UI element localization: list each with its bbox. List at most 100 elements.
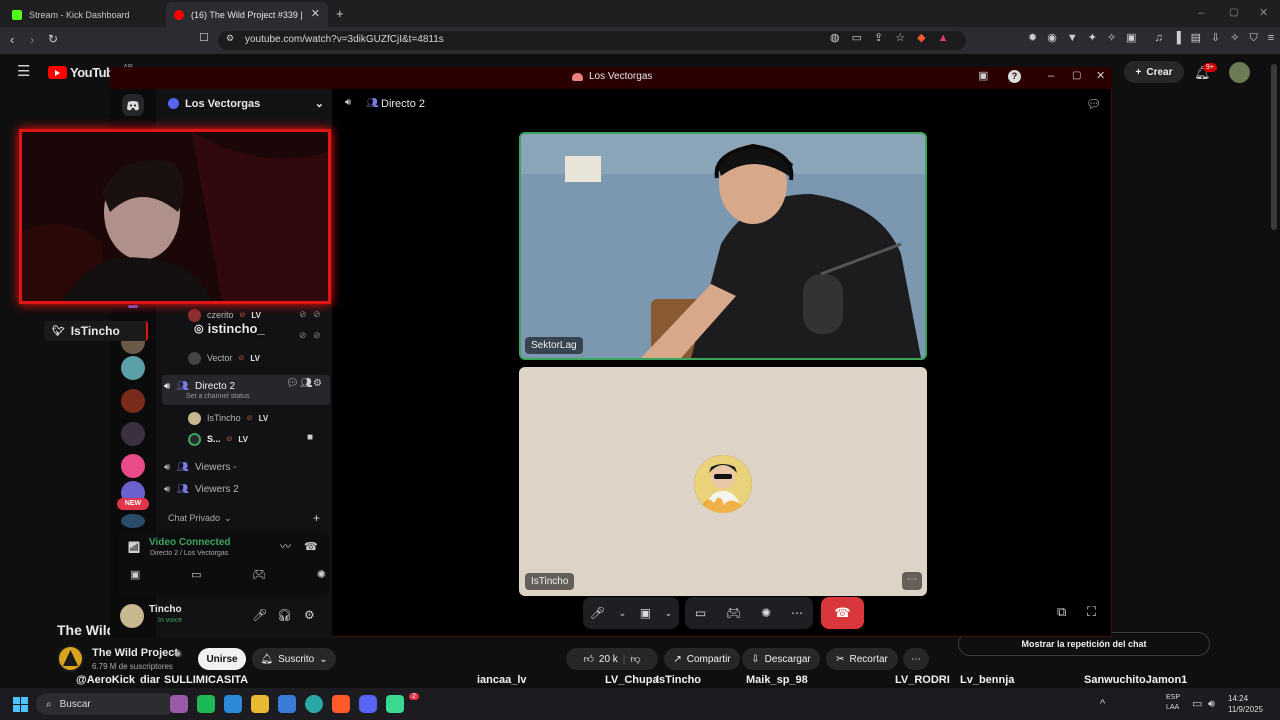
video-tile-sektorlag[interactable] bbox=[519, 132, 927, 360]
channel-item-viewers-2[interactable]: 🔊︎ 👥︎ Viewers 2 bbox=[164, 479, 239, 499]
clock-time[interactable]: 14:24 bbox=[1228, 694, 1248, 703]
server-icon[interactable] bbox=[121, 514, 145, 528]
extension-icon[interactable]: ◉ bbox=[1047, 33, 1057, 44]
avatar[interactable] bbox=[1229, 62, 1250, 83]
discord-home-icon[interactable] bbox=[122, 94, 144, 116]
screen-share-icon[interactable]: ▭ bbox=[695, 606, 706, 620]
screen-share-icon[interactable]: ▭ bbox=[191, 570, 201, 581]
join-button[interactable]: Unirse bbox=[198, 648, 246, 670]
vscode-icon[interactable] bbox=[224, 695, 242, 713]
voice-member[interactable]: Vector 🔥︎ LV bbox=[188, 349, 260, 367]
add-channel-icon[interactable]: + bbox=[313, 512, 320, 524]
disconnect-button[interactable]: ☎ bbox=[821, 597, 864, 629]
more-actions-button[interactable]: ⋯ bbox=[903, 648, 929, 670]
windows-start-icon[interactable] bbox=[13, 697, 28, 712]
user-avatar[interactable] bbox=[120, 604, 144, 628]
brave-shield-icon[interactable]: ◆ bbox=[917, 33, 925, 44]
help-icon[interactable]: ? bbox=[1008, 70, 1021, 83]
chevron-down-icon[interactable]: ⌄ bbox=[619, 608, 627, 619]
invite-icon[interactable]: 👥︎ bbox=[300, 379, 313, 389]
dislike-icon[interactable]: 👎︎ bbox=[630, 653, 640, 665]
extension-icon[interactable]: ✦ bbox=[1088, 33, 1097, 44]
activities-icon[interactable]: 🎮︎ bbox=[252, 570, 266, 581]
channel-avatar[interactable] bbox=[57, 645, 84, 672]
minimize-icon[interactable]: – bbox=[1198, 8, 1204, 19]
music-icon[interactable]: ♫ bbox=[1155, 33, 1163, 44]
like-icon[interactable]: 👍︎ bbox=[583, 653, 593, 665]
discord-icon[interactable] bbox=[359, 695, 377, 713]
language-layout[interactable]: LAA bbox=[1166, 704, 1179, 711]
server-icon[interactable] bbox=[121, 389, 145, 413]
close-window-icon[interactable]: ✕ bbox=[1259, 8, 1268, 19]
app-icon[interactable] bbox=[170, 695, 188, 713]
tile-more-button[interactable]: ⋯ bbox=[902, 572, 922, 590]
maximize-icon[interactable]: ▢ bbox=[1229, 8, 1238, 18]
user-settings-icon[interactable]: ⚙ bbox=[304, 609, 315, 621]
video-tile-istincho[interactable] bbox=[519, 367, 927, 596]
share-button[interactable]: ↗ Compartir bbox=[664, 648, 740, 670]
spotify-icon[interactable] bbox=[197, 695, 215, 713]
page-scrollbar[interactable] bbox=[1271, 64, 1277, 230]
server-header[interactable]: Los Vectorgas ⌄ bbox=[168, 97, 324, 110]
sidebar-icon[interactable]: ▐ bbox=[1173, 33, 1181, 44]
category-chat-privado[interactable]: Chat Privado ⌄ bbox=[168, 513, 232, 524]
channel-status[interactable]: Set a channel status bbox=[186, 393, 249, 400]
chat-bubble-icon[interactable]: 💬︎ bbox=[1086, 98, 1101, 110]
server-icon[interactable] bbox=[121, 356, 145, 380]
connection-location[interactable]: Directo 2 / Los Vectorgas bbox=[150, 550, 228, 557]
channel-name[interactable]: The Wild Project bbox=[92, 647, 178, 659]
soundboard-icon[interactable]: ✺ bbox=[317, 570, 326, 581]
user-name[interactable]: Tincho bbox=[149, 604, 182, 615]
close-icon[interactable]: ✕ bbox=[1096, 71, 1105, 82]
language[interactable]: ESP bbox=[1166, 694, 1180, 701]
ai-icon[interactable]: ✧ bbox=[1230, 33, 1239, 44]
bookmark-icon[interactable]: ☐ bbox=[199, 33, 209, 44]
edge-icon[interactable] bbox=[305, 695, 323, 713]
headphones-icon[interactable]: 🎧︎ bbox=[277, 609, 292, 621]
fullscreen-icon[interactable]: ⛶ bbox=[1087, 605, 1096, 618]
chat-bubble-icon[interactable]: 💬︎ bbox=[286, 379, 299, 389]
settings-icon[interactable]: ⚙ bbox=[313, 379, 322, 389]
new-tab-icon[interactable]: + bbox=[336, 7, 344, 20]
forward-icon[interactable]: › bbox=[30, 33, 34, 46]
wallet-icon[interactable]: ▤ bbox=[1191, 33, 1201, 44]
close-tab-icon[interactable]: ✕ bbox=[311, 9, 320, 20]
noise-suppression-icon[interactable]: 〰 bbox=[280, 542, 291, 553]
chevron-down-icon[interactable]: ⌄ bbox=[665, 608, 673, 619]
file-explorer-icon[interactable] bbox=[251, 695, 269, 713]
reload-icon[interactable]: ↻ bbox=[48, 33, 58, 45]
network-icon[interactable]: ▭ bbox=[1192, 699, 1202, 710]
clip-button[interactable]: ✂ Recortar bbox=[826, 648, 898, 670]
minimize-icon[interactable]: – bbox=[1048, 71, 1054, 82]
hamburger-menu-icon[interactable]: ☰ bbox=[17, 64, 30, 79]
brave-icon[interactable] bbox=[332, 695, 350, 713]
tab-kick-dashboard[interactable]: Stream - Kick Dashboard bbox=[4, 2, 164, 27]
video-off-icon[interactable]: ▣ bbox=[130, 570, 140, 581]
downloads-icon[interactable]: ⇩ bbox=[1211, 33, 1220, 44]
popout-icon[interactable]: ⧉ bbox=[1057, 605, 1066, 618]
more-icon[interactable]: ⋯ bbox=[791, 606, 803, 620]
create-button[interactable]: + Crear bbox=[1124, 61, 1184, 83]
store-icon[interactable] bbox=[278, 695, 296, 713]
maximize-icon[interactable]: ▢ bbox=[1072, 71, 1081, 81]
cast-icon[interactable]: ▭ bbox=[852, 33, 862, 44]
kick-icon[interactable] bbox=[386, 695, 404, 713]
extension-icon[interactable]: ▼ bbox=[1067, 33, 1078, 44]
server-icon[interactable] bbox=[121, 454, 145, 478]
disconnect-icon[interactable]: ☎ bbox=[304, 542, 318, 553]
video-off-icon[interactable]: ▣ bbox=[640, 606, 651, 620]
volume-icon[interactable]: 🔊︎ bbox=[1208, 699, 1215, 710]
download-button[interactable]: ⇩ Descargar bbox=[742, 648, 820, 670]
soundboard-icon[interactable]: ✺ bbox=[761, 606, 771, 620]
back-icon[interactable]: ‹ bbox=[10, 33, 14, 46]
subscribed-button[interactable]: 🔔︎ Suscrito ⌄ bbox=[252, 648, 336, 670]
taskbar-search[interactable]: ⌕ Buscar bbox=[36, 693, 176, 715]
signal-icon[interactable]: 📶︎ bbox=[127, 543, 141, 554]
extension-icon[interactable]: ✹ bbox=[1028, 33, 1037, 44]
microphone-icon[interactable]: 🎤︎ bbox=[252, 609, 267, 621]
voice-member[interactable]: IsTincho 🔥︎ LV bbox=[188, 409, 268, 427]
extension-icon[interactable]: ▣ bbox=[1126, 33, 1136, 44]
menu-icon[interactable]: ≡ bbox=[1268, 33, 1274, 44]
microphone-icon[interactable]: 🎤︎ bbox=[590, 606, 605, 620]
tab-youtube[interactable]: (16) The Wild Project #339 | Stre ✕ bbox=[166, 2, 328, 27]
